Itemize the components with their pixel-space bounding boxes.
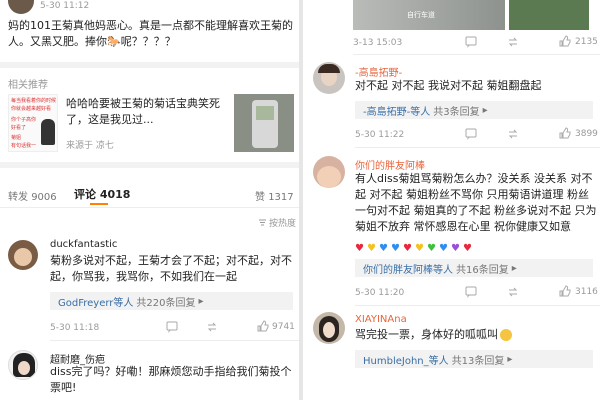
reply-preview[interactable]: HumbleJohn_等人 共13条回复 ▸: [355, 350, 593, 368]
phone-thumbnail: [234, 94, 294, 152]
comment-time: 5-30 11:18: [50, 323, 100, 333]
repost-icon[interactable]: [206, 321, 218, 333]
heart-icon: ♥: [451, 243, 460, 254]
comment-text: 对不起 对不起 我说对不起 菊姐翻盘起: [355, 79, 542, 92]
like-count: 3116: [575, 287, 598, 297]
like-count: 2135: [575, 37, 598, 47]
related-thumbnail: 每当我看着你的时候 你就会越来越好看 你个子高你 好看了 菊姐 有句话我一: [8, 94, 58, 152]
thumb-line: 你就会越来越好看: [11, 106, 52, 112]
comment-image[interactable]: [509, 0, 589, 30]
divider: [355, 147, 600, 148]
like-icon[interactable]: [559, 285, 571, 297]
divider: [355, 305, 600, 306]
section-gap: [0, 162, 299, 168]
sort-toggle[interactable]: 按热度: [258, 216, 296, 229]
image-label: 自行车道: [407, 11, 435, 19]
section-gap: [0, 62, 299, 68]
tab-comments[interactable]: 评论 4018: [74, 186, 130, 202]
like-count: 9741: [272, 322, 295, 332]
comment-username[interactable]: -高島拓野-: [355, 64, 402, 79]
active-tab-indicator: [90, 203, 108, 205]
emoji-icon: [500, 329, 512, 341]
heart-icon: ♥: [439, 243, 448, 254]
heart-icon: ♥: [403, 243, 412, 254]
related-source: 凉七: [95, 141, 114, 151]
heart-icon: ♥: [391, 243, 400, 254]
comment-text: diss完了吗？好嘞！那麻烦您动手指给我们菊投个票吧!: [50, 365, 292, 394]
like-count: 3899: [575, 129, 598, 139]
reply-preview[interactable]: 你们的胖友阿棒等人 共16条回复 ▸: [355, 259, 593, 277]
like-icon[interactable]: [257, 320, 269, 332]
reply-icon[interactable]: [465, 36, 477, 48]
heart-icon: ♥: [355, 243, 364, 254]
reply-icon[interactable]: [465, 286, 477, 298]
heart-icon: ♥: [415, 243, 424, 254]
comment-avatar[interactable]: [313, 156, 345, 188]
repost-icon[interactable]: [507, 128, 519, 140]
top-post-avatar[interactable]: [8, 0, 34, 14]
comment-text: 骂完投一票，身体好的呱呱叫: [355, 327, 595, 343]
comment-avatar[interactable]: [8, 240, 38, 270]
right-screenshot: 自行车道 3-13 15:03 2135 -高島拓野- 对不起 对不起 我说对不…: [303, 0, 600, 400]
figure-illustration: [41, 119, 55, 145]
emoji-hearts: ♥ ♥ ♥ ♥ ♥ ♥ ♥ ♥ ♥ ♥: [355, 236, 475, 255]
thumb-line: 菊姐: [11, 135, 22, 141]
divider: [353, 54, 600, 55]
thumb-line: 每当我看着你的时候: [11, 98, 57, 104]
comment-avatar[interactable]: [313, 62, 345, 94]
related-header: 相关推荐: [8, 80, 48, 91]
comment-time: 5-30 11:22: [355, 130, 405, 140]
like-icon[interactable]: [559, 127, 571, 139]
related-card[interactable]: 每当我看着你的时候 你就会越来越好看 你个子高你 好看了 菊姐 有句话我一 哈哈…: [8, 94, 294, 154]
comment-avatar[interactable]: [313, 312, 345, 344]
left-screenshot: 5-30 11:12 妈的101王菊真他妈恶心。真是一点都不能理解喜欢王菊的人。…: [0, 0, 299, 400]
thumb-line: 好看了: [11, 125, 27, 131]
comment-avatar[interactable]: [8, 350, 38, 380]
like-icon[interactable]: [559, 35, 571, 47]
related-title: 哈哈哈要被王菊的菊话宝典笑死了，这是我见过...: [66, 97, 220, 126]
tab-reposts[interactable]: 转发 9006: [8, 188, 57, 203]
divider: [50, 340, 299, 341]
heart-icon: ♥: [379, 243, 388, 254]
reply-preview[interactable]: GodFreyerr等人 共220条回复 ▸: [50, 292, 293, 310]
comment-username[interactable]: duckfantastic: [50, 239, 117, 250]
divider: [0, 207, 299, 208]
thumb-line: 有句话我一: [11, 143, 37, 149]
phone-icon: [252, 100, 278, 148]
comment-text: 菊粉多说对不起，王菊才会了不起；对不起，对不起，你骂我，我骂你，不如我们在一起: [50, 254, 292, 283]
comment-time: 3-13 15:03: [353, 38, 403, 48]
heart-icon: ♥: [427, 243, 436, 254]
related-source-label: 来源于 凉七: [66, 141, 114, 151]
comment-time: 5-30 11:20: [355, 288, 405, 298]
comment-image[interactable]: 自行车道: [353, 0, 505, 30]
top-post-time: 5-30 11:12: [40, 1, 90, 11]
comment-username[interactable]: 你们的胖友阿棒: [355, 157, 425, 172]
thumb-line: 你个子高你: [11, 117, 37, 123]
repost-icon[interactable]: [507, 286, 519, 298]
reply-icon[interactable]: [166, 321, 178, 333]
reply-preview[interactable]: -高島拓野-等人 共3条回复 ▸: [355, 101, 593, 119]
reply-icon[interactable]: [465, 128, 477, 140]
heart-icon: ♥: [367, 243, 376, 254]
tab-likes[interactable]: 赞 1317: [255, 188, 294, 203]
repost-icon[interactable]: [507, 36, 519, 48]
heart-icon: ♥: [463, 243, 472, 254]
sort-icon: [259, 219, 266, 226]
comment-text: 有人diss菊姐骂菊粉怎么办？没关系 没关系 对不起 对不起 菊姐粉丝不骂你 只…: [355, 172, 597, 233]
comment-username[interactable]: XIAYINAna: [355, 314, 407, 325]
top-post-text: 妈的101王菊真他妈恶心。真是一点都不能理解喜欢王菊的人。又黑又肥。捧你🐎呢？？…: [8, 19, 293, 48]
